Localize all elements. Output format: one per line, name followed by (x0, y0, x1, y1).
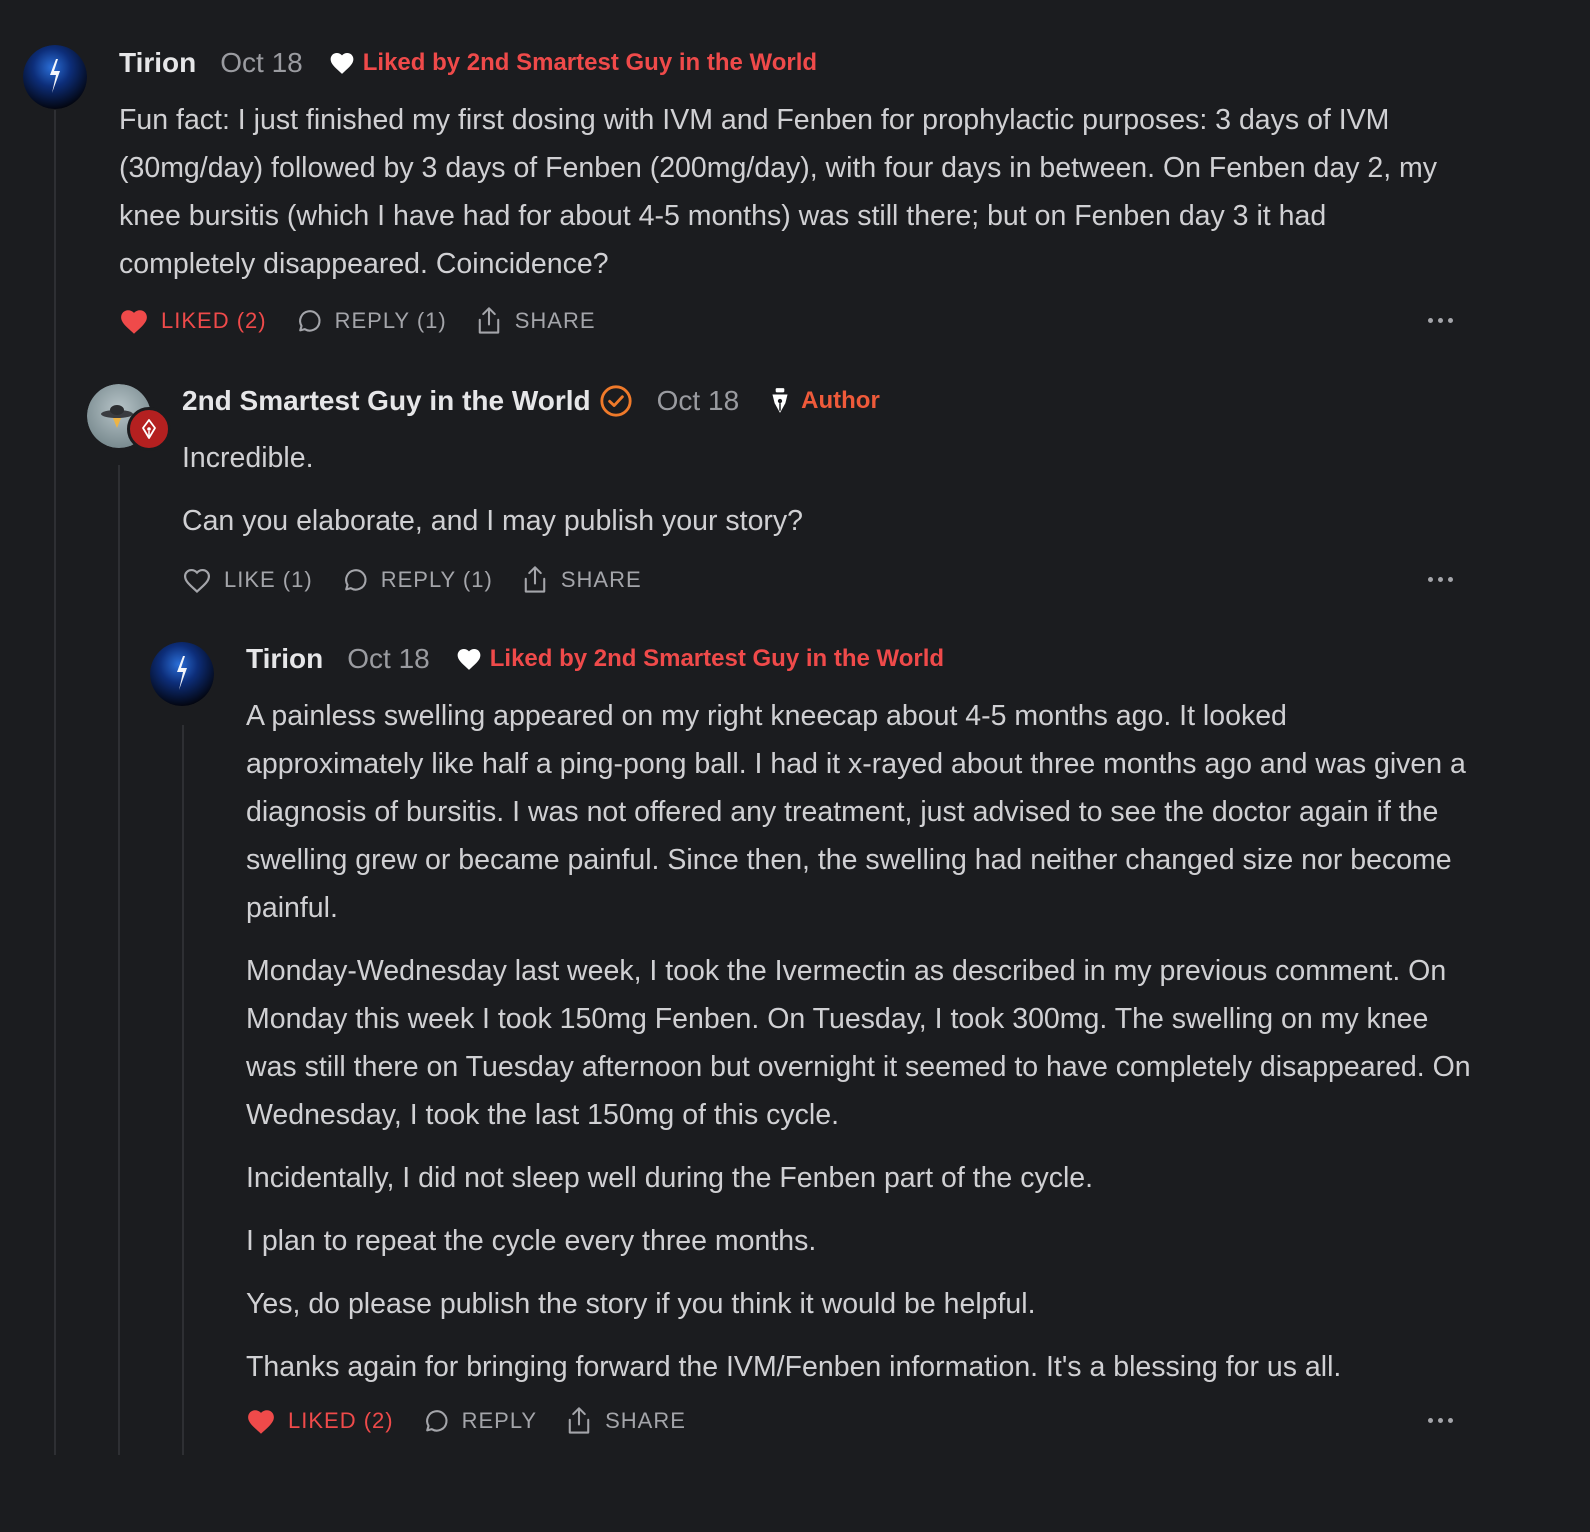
reply-label: REPLY (461, 1408, 538, 1433)
comment: Tirion Oct 18 Liked by 2nd Smartest Guy … (0, 0, 1590, 1460)
comment-thread: Tirion Oct 18 Liked by 2nd Smartest Guy … (0, 0, 1590, 1532)
more-options-icon[interactable] (1428, 1418, 1453, 1423)
share-label: SHARE (605, 1408, 686, 1433)
comment-body: A painless swelling appeared on my right… (246, 692, 1471, 1406)
liked-by-author: Liked by 2nd Smartest Guy in the World (456, 645, 944, 673)
comment-paragraph: I plan to repeat the cycle every three m… (246, 1225, 817, 1257)
comment-paragraph: Monday-Wednesday last week, I took the I… (246, 955, 1471, 1131)
comment-date[interactable]: Oct 18 (347, 643, 429, 675)
heart-filled-icon (248, 1409, 274, 1434)
share-icon (568, 1407, 590, 1434)
like-label: LIKED (2) (288, 1408, 394, 1433)
liked-by-text: Liked by 2nd Smartest Guy in the World (489, 645, 945, 672)
comment-header: Tirion Oct 18 Liked by 2nd Smartest Guy … (246, 639, 944, 679)
comment-paragraph: A painless swelling appeared on my right… (246, 700, 1466, 924)
reply-button[interactable]: REPLY (422, 1407, 538, 1435)
like-button[interactable]: LIKED (2) (246, 1408, 394, 1435)
avatar[interactable] (150, 642, 214, 706)
avatar-image (150, 642, 214, 706)
speech-bubble-icon (425, 1410, 448, 1432)
comment-paragraph: Thanks again for bringing forward the IV… (246, 1351, 1342, 1383)
author-name[interactable]: Tirion (246, 643, 323, 675)
share-button[interactable]: SHARE (565, 1406, 686, 1436)
heart-icon (457, 649, 481, 670)
comment-paragraph: Yes, do please publish the story if you … (246, 1288, 1036, 1320)
comment-paragraph: Incidentally, I did not sleep well durin… (246, 1162, 1094, 1194)
comment-actions: LIKED (2) REPLY SHARE (246, 1403, 714, 1439)
